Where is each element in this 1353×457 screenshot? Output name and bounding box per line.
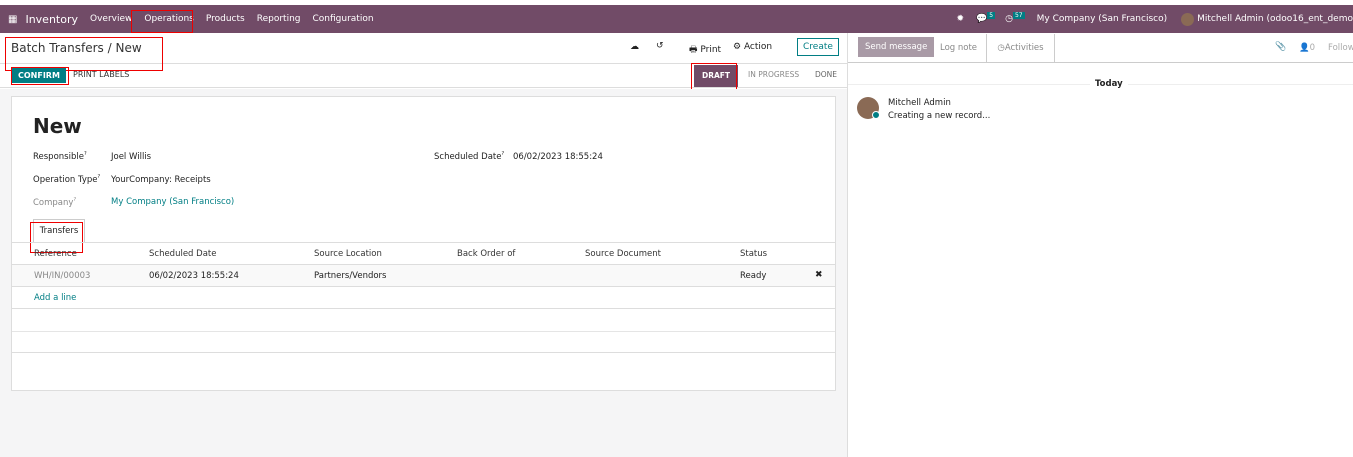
activities-clock-icon[interactable]: ◷ xyxy=(1005,14,1013,24)
responsible-label: Responsible? xyxy=(33,151,87,162)
discard-icon[interactable]: ↺ xyxy=(656,41,664,51)
column-scheduled-date[interactable]: Scheduled Date xyxy=(149,249,216,259)
highlight-box xyxy=(131,10,193,33)
print-button[interactable]: 🖶 Print xyxy=(689,42,721,58)
followers-count: 0 xyxy=(1309,43,1316,53)
highlight-box xyxy=(11,67,69,85)
column-back-order-of[interactable]: Back Order of xyxy=(457,249,515,259)
cell-source-location: Partners/Vendors xyxy=(314,271,387,281)
create-button[interactable]: Create xyxy=(797,38,839,56)
app-name[interactable]: Inventory xyxy=(25,13,78,26)
column-reference[interactable]: Reference xyxy=(34,249,77,259)
company-field[interactable]: My Company (San Francisco) xyxy=(111,197,234,207)
log-note-button[interactable]: Log note xyxy=(940,43,977,53)
empty-rows xyxy=(12,308,835,353)
company-label: Company? xyxy=(33,197,77,208)
menu-reporting[interactable]: Reporting xyxy=(251,14,307,24)
operation-type-field[interactable]: YourCompany: Receipts xyxy=(111,175,211,185)
cell-scheduled-date: 06/02/2023 18:55:24 xyxy=(149,271,239,281)
follow-button[interactable]: Follow xyxy=(1328,43,1353,53)
table-row[interactable] xyxy=(12,265,835,287)
column-source-location[interactable]: Source Location xyxy=(314,249,382,259)
delete-row-icon[interactable]: ✖ xyxy=(815,270,823,280)
column-status[interactable]: Status xyxy=(740,249,767,259)
debug-bug-icon[interactable]: ✹ xyxy=(957,14,965,24)
top-navbar: ▦ Inventory Overview Operations Products… xyxy=(0,5,1353,33)
activities-button[interactable]: ◷Activities xyxy=(986,34,1055,62)
save-cloud-icon[interactable]: ☁ xyxy=(630,42,639,52)
action-label: Action xyxy=(743,42,773,52)
responsible-field[interactable]: Joel Willis xyxy=(111,152,151,162)
online-status-dot xyxy=(872,111,880,119)
record-title[interactable]: New xyxy=(33,114,82,138)
apps-menu-icon[interactable]: ▦ xyxy=(8,14,17,25)
avatar xyxy=(1181,12,1195,26)
activities-label: Activities xyxy=(1004,43,1044,53)
message-author[interactable]: Mitchell Admin xyxy=(888,98,951,108)
highlight-box xyxy=(691,63,737,90)
messages-badge: 5 xyxy=(987,11,996,19)
stage-in-progress[interactable]: IN PROGRESS xyxy=(748,70,799,79)
attachment-paperclip-icon[interactable]: 📎 xyxy=(1275,42,1286,52)
menu-products[interactable]: Products xyxy=(200,14,251,24)
company-switcher[interactable]: My Company (San Francisco) xyxy=(1037,14,1167,24)
column-source-document[interactable]: Source Document xyxy=(585,249,661,259)
action-button[interactable]: ⚙ Action xyxy=(733,42,772,52)
message-body: Creating a new record... xyxy=(888,111,991,121)
messages-icon[interactable]: 💬 xyxy=(976,14,987,24)
scheduled-date-field[interactable]: 06/02/2023 18:55:24 xyxy=(513,152,603,162)
send-message-button[interactable]: Send message xyxy=(858,37,935,57)
activities-badge: 57 xyxy=(1012,11,1025,19)
add-line-link[interactable]: Add a line xyxy=(34,293,76,303)
table-header xyxy=(12,243,835,265)
scheduled-date-label: Scheduled Date? xyxy=(434,151,505,162)
cell-status: Ready xyxy=(740,271,767,281)
user-menu[interactable]: Mitchell Admin (odoo16_ent_demo xyxy=(1197,14,1353,24)
menu-configuration[interactable]: Configuration xyxy=(307,14,380,24)
chatter-divider xyxy=(847,33,848,457)
print-labels-button[interactable]: PRINT LABELS xyxy=(73,70,129,79)
operation-type-label: Operation Type? xyxy=(33,174,101,185)
cell-reference: WH/IN/00003 xyxy=(34,271,91,281)
stage-done[interactable]: DONE xyxy=(815,70,837,79)
date-separator: Today xyxy=(1090,79,1128,89)
chatter-topbar-border xyxy=(848,62,1353,63)
followers-button[interactable]: 👤0 xyxy=(1299,43,1315,53)
print-label: Print xyxy=(700,45,722,55)
